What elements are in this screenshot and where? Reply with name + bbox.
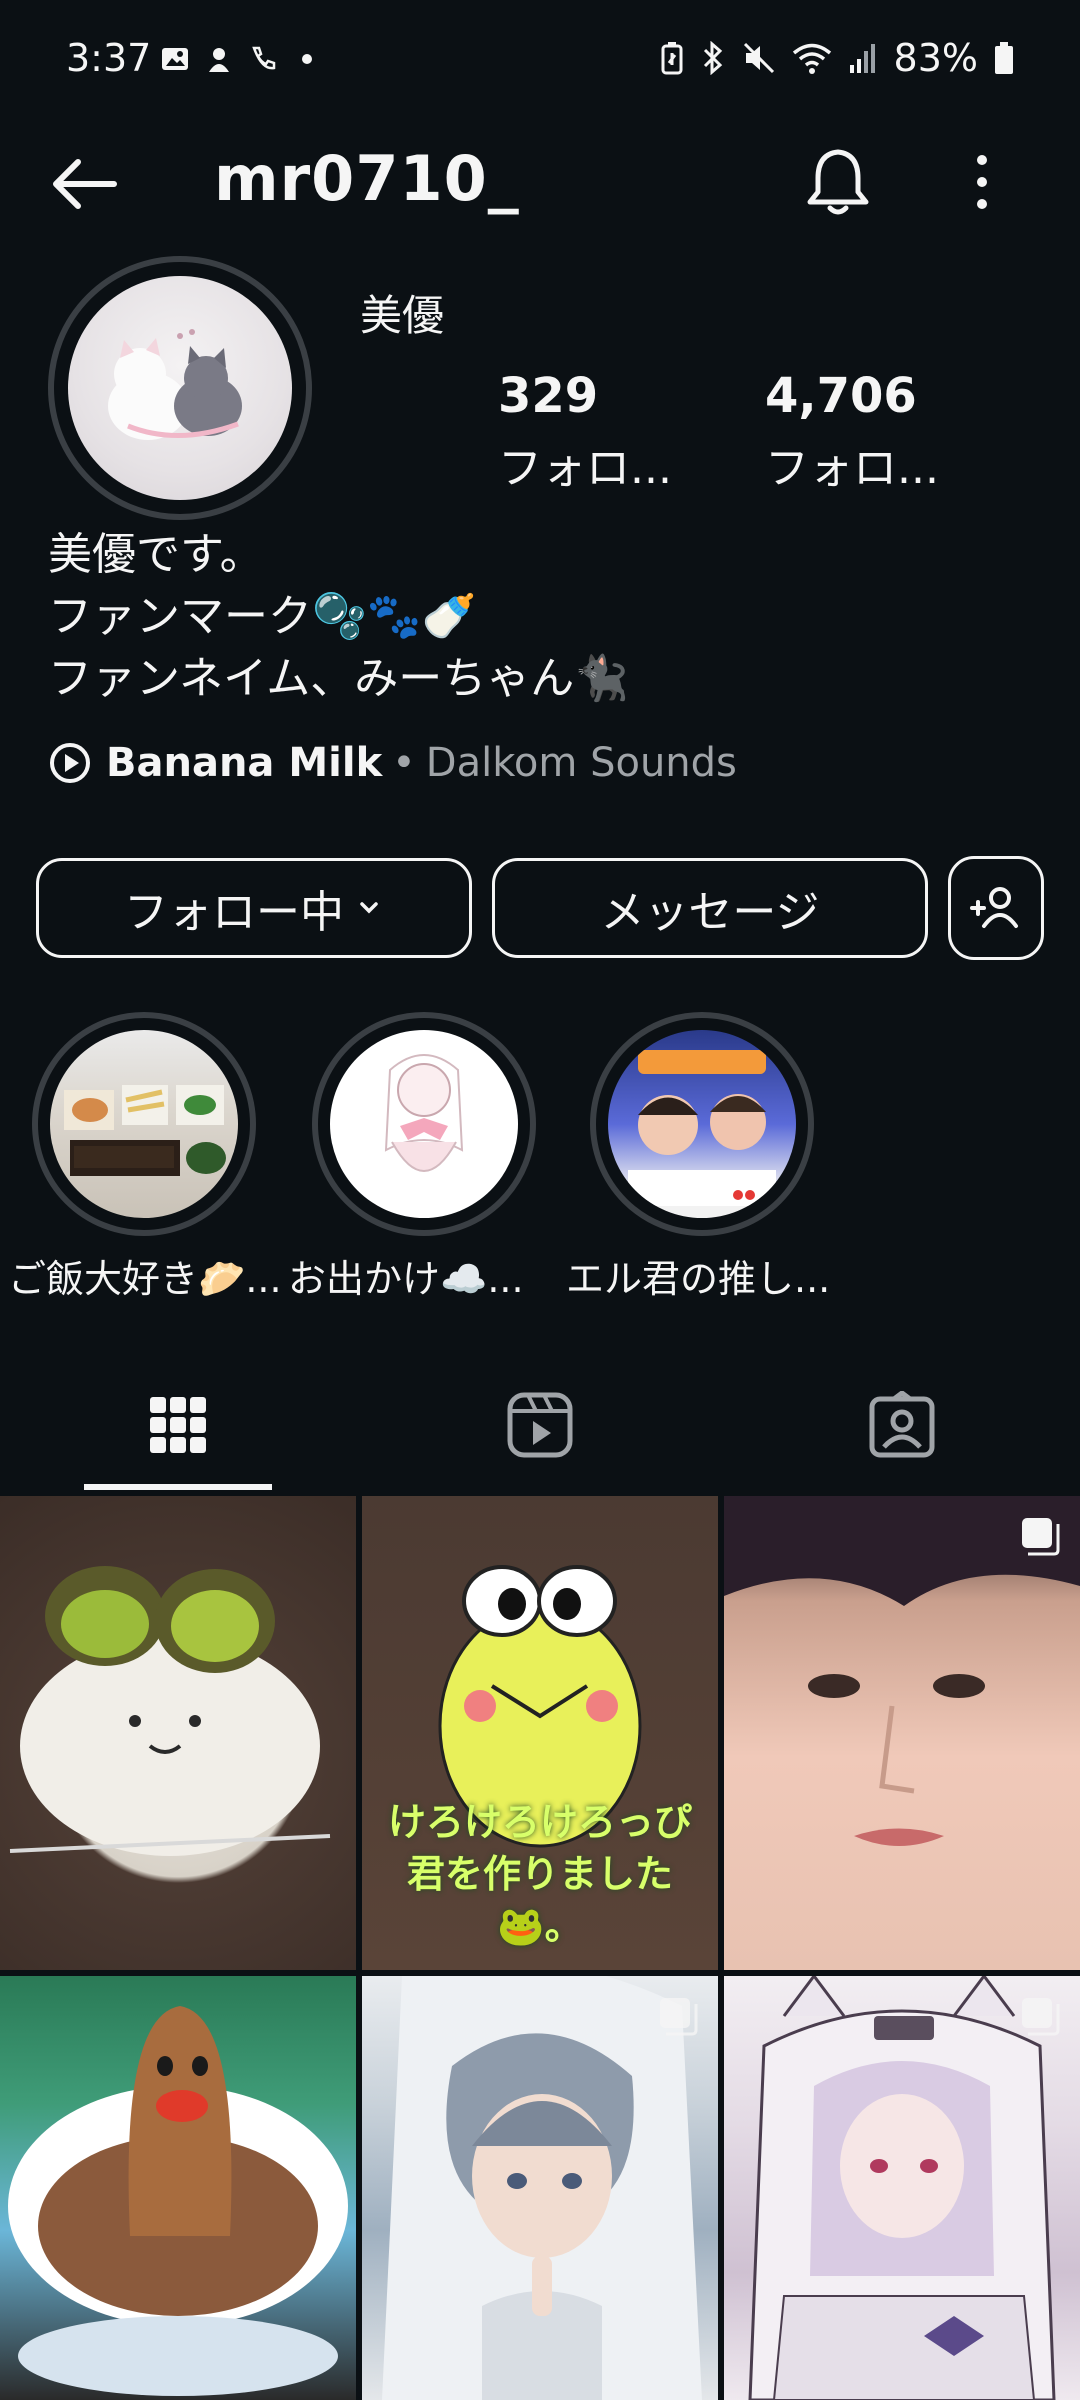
mute-icon bbox=[743, 42, 774, 74]
status-notification-icons bbox=[160, 44, 312, 74]
highlight-ring bbox=[590, 1012, 814, 1236]
post-caption-overlay: けろけろけろっぴ 君を作りました 🐸。 bbox=[387, 1800, 692, 1948]
carousel-icon bbox=[660, 1998, 698, 2036]
following-label: フォロ... bbox=[498, 443, 672, 494]
tab-reels[interactable] bbox=[450, 1380, 630, 1470]
bluetooth-icon bbox=[703, 41, 722, 75]
following-button[interactable]: フォロー中 bbox=[36, 858, 472, 958]
status-system-icons: 83% bbox=[660, 36, 1014, 80]
status-bar: 3:37 83% bbox=[0, 0, 1080, 120]
status-time: 3:37 bbox=[66, 36, 152, 80]
battery-saver-icon bbox=[661, 42, 683, 75]
message-button-label: メッセージ bbox=[600, 887, 820, 938]
more-options-button[interactable] bbox=[962, 150, 1002, 214]
tab-tagged[interactable] bbox=[812, 1380, 992, 1470]
post-thumbnail[interactable] bbox=[0, 1496, 356, 1970]
more-vertical-icon bbox=[977, 155, 987, 209]
highlight-label: お出かけ☁️... bbox=[288, 1257, 524, 1301]
highlight-cover bbox=[330, 1030, 518, 1218]
music-artist: Dalkom Sounds bbox=[425, 740, 737, 786]
play-circle-icon bbox=[50, 743, 90, 783]
back-button[interactable] bbox=[48, 148, 120, 220]
following-stat[interactable]: 329 フォロ... bbox=[498, 368, 672, 496]
message-button[interactable]: メッセージ bbox=[492, 858, 928, 958]
posts-grid: けろけろけろっぴ 君を作りました 🐸。 bbox=[0, 1496, 1080, 2400]
add-person-icon bbox=[970, 887, 1018, 928]
bio-line: ファンマーク🫧🐾🍼 bbox=[48, 591, 477, 642]
followers-stat[interactable]: 4,706 フォロ... bbox=[765, 368, 939, 496]
carousel-icon bbox=[1022, 1518, 1060, 1556]
grid-icon bbox=[150, 1397, 206, 1453]
highlight-label: ご飯大好き🥟... bbox=[8, 1257, 282, 1301]
carousel-icon bbox=[1022, 1998, 1060, 2036]
more-notifications-dot bbox=[302, 54, 312, 64]
notifications-button[interactable] bbox=[800, 144, 876, 220]
highlight-cover bbox=[50, 1030, 238, 1218]
tab-posts[interactable] bbox=[88, 1380, 268, 1470]
post-thumbnail[interactable]: けろけろけろっぴ 君を作りました 🐸。 bbox=[362, 1496, 718, 1970]
suggested-users-button[interactable] bbox=[948, 856, 1044, 960]
bio-line: ファンネイム、みーちゃん🐈‍⬛ bbox=[48, 653, 630, 704]
following-count: 329 bbox=[498, 368, 599, 424]
profile-username: mr0710_ bbox=[214, 142, 520, 215]
music-separator: • bbox=[392, 740, 416, 786]
profile-tabs bbox=[0, 1360, 1080, 1490]
music-title: Banana Milk bbox=[106, 740, 383, 786]
app-notification-icon bbox=[204, 44, 234, 74]
followers-label: フォロ... bbox=[765, 443, 939, 494]
following-button-label: フォロー中 bbox=[124, 887, 344, 938]
post-thumbnail[interactable] bbox=[362, 1976, 718, 2400]
chevron-down-icon bbox=[360, 902, 378, 914]
gallery-icon bbox=[160, 44, 190, 74]
profile-header: mr0710_ bbox=[0, 130, 1080, 240]
signal-icon bbox=[849, 44, 875, 73]
profile-bio: 美優です。 ファンマーク🫧🐾🍼 ファンネイム、みーちゃん🐈‍⬛ bbox=[48, 524, 629, 710]
reels-icon bbox=[507, 1392, 573, 1458]
arrow-left-icon bbox=[53, 159, 117, 209]
post-thumbnail[interactable] bbox=[724, 1976, 1080, 2400]
profile-music[interactable]: Banana Milk • Dalkom Sounds bbox=[48, 740, 737, 786]
story-highlight[interactable]: ご飯大好き🥟... bbox=[8, 1012, 282, 1301]
post-thumbnail[interactable] bbox=[724, 1496, 1080, 1970]
highlight-ring bbox=[312, 1012, 536, 1236]
bell-icon bbox=[807, 149, 869, 215]
highlight-label: エル君の推し... bbox=[566, 1257, 831, 1301]
profile-avatar[interactable] bbox=[48, 256, 312, 520]
highlight-cover bbox=[608, 1030, 796, 1218]
story-highlight[interactable]: エル君の推し... bbox=[566, 1012, 830, 1301]
tagged-user-icon bbox=[869, 1391, 935, 1458]
story-highlight[interactable]: お出かけ☁️... bbox=[288, 1012, 536, 1301]
display-name: 美優 bbox=[360, 291, 445, 340]
active-tab-indicator bbox=[84, 1484, 272, 1490]
bio-line: 美優です。 bbox=[48, 529, 264, 580]
post-thumbnail[interactable] bbox=[0, 1976, 356, 2400]
followers-count: 4,706 bbox=[765, 368, 917, 424]
wifi-icon bbox=[792, 43, 831, 74]
avatar-image bbox=[68, 276, 292, 500]
call-icon bbox=[248, 44, 278, 74]
highlight-ring bbox=[32, 1012, 256, 1236]
battery-icon bbox=[995, 42, 1013, 74]
battery-percentage: 83% bbox=[893, 36, 978, 80]
